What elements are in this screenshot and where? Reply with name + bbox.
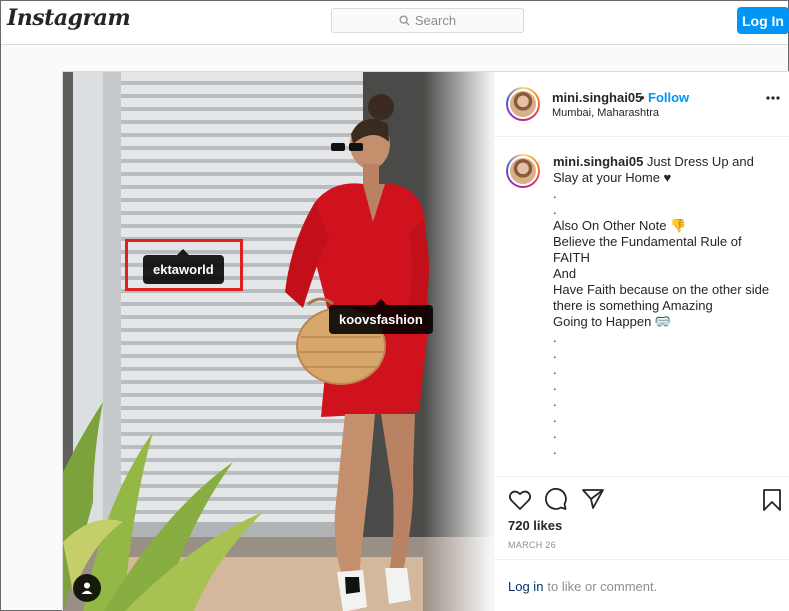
login-button[interactable]: Log In — [737, 7, 789, 34]
caption-line-11: . — [553, 378, 557, 393]
caption-line-15: . — [553, 442, 557, 457]
caption-line-4: Believe the Fundamental Rule of FAITH — [553, 234, 742, 265]
heart-icon[interactable] — [508, 489, 532, 511]
search-icon — [399, 15, 410, 26]
login-link[interactable]: Log in — [508, 579, 543, 594]
avatar[interactable] — [506, 87, 540, 121]
caption-line-10: . — [553, 362, 557, 377]
caption-line-3: Also On Other Note 👎 — [553, 218, 687, 233]
caption-avatar[interactable] — [506, 154, 540, 188]
caption-area: mini.singhai05 Just Dress Up and Slay at… — [494, 138, 789, 478]
post-details: mini.singhai05 • Follow Mumbai, Maharash… — [493, 72, 789, 611]
post-photo[interactable]: ektaworld koovsfashion — [63, 72, 493, 611]
caption-line-14: . — [553, 426, 557, 441]
bookmark-icon[interactable] — [762, 488, 782, 512]
caption-line-5: And — [553, 266, 577, 281]
caption-line-1: . — [553, 186, 557, 201]
tag-ektaworld[interactable]: ektaworld — [143, 249, 224, 284]
caption-line-7: Going to Happen 🥽 — [553, 314, 672, 329]
search-input[interactable]: Search — [331, 8, 524, 33]
tag-koovsfashion[interactable]: koovsfashion — [329, 299, 433, 334]
more-options-icon[interactable] — [766, 96, 780, 100]
share-icon[interactable] — [581, 488, 605, 510]
follow-button[interactable]: Follow — [648, 90, 689, 105]
top-bar: Instagram Search Log In — [1, 1, 789, 45]
post-image — [63, 72, 493, 611]
post-card: ektaworld koovsfashion mini.singhai05 • … — [62, 71, 789, 611]
caption-line-6: Have Faith because on the other side the… — [553, 282, 770, 313]
post-header: mini.singhai05 • Follow Mumbai, Maharash… — [494, 72, 789, 137]
comment-icon[interactable] — [544, 488, 568, 512]
search-placeholder: Search — [414, 13, 457, 28]
post-date[interactable]: MARCH 26 — [508, 540, 556, 550]
post-username[interactable]: mini.singhai05 — [552, 90, 642, 105]
instagram-logo[interactable]: Instagram — [7, 5, 131, 31]
caption-line-12: . — [553, 394, 557, 409]
caption-username[interactable]: mini.singhai05 — [553, 154, 643, 169]
user-tag-icon[interactable] — [73, 574, 101, 602]
caption-line-9: . — [553, 346, 557, 361]
caption-line-8: . — [553, 330, 557, 345]
dot-separator: • — [640, 90, 645, 105]
likes-count[interactable]: 720 likes — [508, 518, 562, 533]
login-prompt: Log in to like or comment. — [494, 559, 789, 611]
caption-text: mini.singhai05 Just Dress Up and Slay at… — [553, 154, 778, 458]
login-prompt-text: to like or comment. — [547, 579, 658, 594]
person-icon — [81, 582, 93, 594]
caption-line-2: . — [553, 202, 557, 217]
caption-line-13: . — [553, 410, 557, 425]
post-location[interactable]: Mumbai, Maharashtra — [552, 107, 659, 119]
